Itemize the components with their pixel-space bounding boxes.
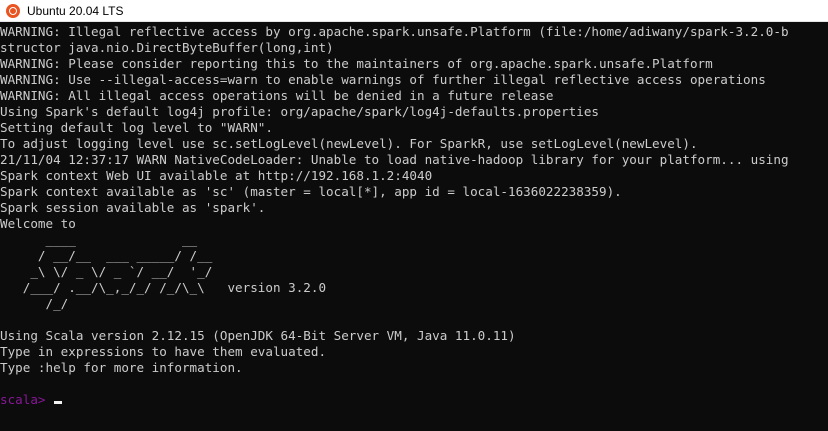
terminal-window: Ubuntu 20.04 LTS WARNING: Illegal reflec… <box>0 0 828 431</box>
terminal-output[interactable]: WARNING: Illegal reflective access by or… <box>0 24 828 431</box>
output-line: Type :help for more information. <box>0 360 243 375</box>
text-cursor <box>53 401 62 404</box>
spark-logo-line: ____ __ <box>0 232 198 247</box>
output-line: Spark session available as 'spark'. <box>0 200 266 215</box>
title-bar[interactable]: Ubuntu 20.04 LTS <box>0 0 828 22</box>
prompt-line[interactable]: scala> <box>0 392 828 408</box>
output-line: Welcome to <box>0 216 76 231</box>
output-line: WARNING: Illegal reflective access by or… <box>0 24 789 39</box>
spark-logo-line: / __/__ ___ _____/ /__ <box>0 248 213 263</box>
output-line: Type in expressions to have them evaluat… <box>0 344 327 359</box>
output-line: WARNING: Please consider reporting this … <box>0 56 713 71</box>
output-line: structor java.nio.DirectByteBuffer(long,… <box>0 40 334 55</box>
output-line: To adjust logging level use sc.setLogLev… <box>0 136 698 151</box>
output-line: Using Scala version 2.12.15 (OpenJDK 64-… <box>0 328 516 343</box>
output-line: Spark context Web UI available at http:/… <box>0 168 433 183</box>
spark-logo-version-line: /___/ .__/\_,_/_/ /_/\_\ version 3.2.0 <box>0 280 327 295</box>
output-line: Setting default log level to "WARN". <box>0 120 273 135</box>
output-line: WARNING: Use --illegal-access=warn to en… <box>0 72 766 87</box>
spark-logo-line: /_/ <box>0 296 69 311</box>
window-title: Ubuntu 20.04 LTS <box>27 3 124 18</box>
spark-logo-line: _\ \/ _ \/ _ `/ __/ '_/ <box>0 264 213 279</box>
output-line: Spark context available as 'sc' (master … <box>0 184 622 199</box>
ubuntu-icon <box>6 3 20 18</box>
scala-prompt: scala> <box>0 392 46 407</box>
output-line: Using Spark's default log4j profile: org… <box>0 104 599 119</box>
output-line: 21/11/04 12:37:17 WARN NativeCodeLoader:… <box>0 152 789 167</box>
output-line: WARNING: All illegal access operations w… <box>0 88 554 103</box>
